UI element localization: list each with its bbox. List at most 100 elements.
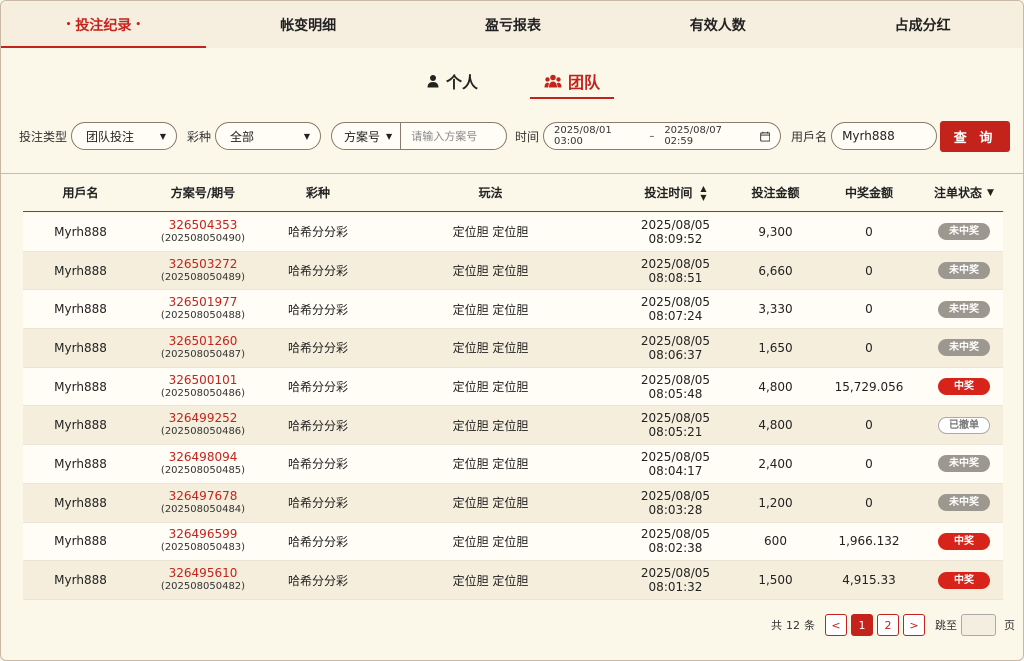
date-separator: – bbox=[649, 130, 655, 142]
tab-label: 投注纪录 bbox=[75, 17, 132, 34]
ticket-number-link[interactable]: 326497678 bbox=[169, 489, 238, 503]
status-badge: 中奖 bbox=[938, 571, 990, 589]
cell-ticket: 326503272 (202508050489) bbox=[138, 257, 268, 284]
table-row: Myrh888 326499252 (202508050486) 哈希分分彩 定位胆 定… bbox=[23, 406, 1003, 446]
tab-personal[interactable]: 个人 bbox=[412, 63, 492, 99]
date-range-picker[interactable]: 2025/08/01 03:00 – 2025/08/07 02:59 bbox=[543, 122, 782, 150]
cell-bet-time: 2025/08/05 08:03:28 bbox=[640, 488, 711, 517]
jump-page-input[interactable] bbox=[961, 614, 996, 636]
bet-type-select[interactable]: 团队投注 ▼ bbox=[71, 122, 178, 150]
ticket-number-link[interactable]: 326500101 bbox=[169, 373, 238, 387]
status-badge: 中奖 bbox=[938, 378, 990, 396]
header-bet-time[interactable]: 投注时间 ▲ ▼ bbox=[613, 184, 738, 202]
tab-active-users[interactable]: 有效人数 bbox=[615, 1, 820, 48]
table-row: Myrh888 326495610 (202508050482) 哈希分分彩 定位胆 定… bbox=[23, 561, 1003, 600]
plan-type-select[interactable]: 方案号 ▼ bbox=[332, 123, 402, 149]
cell-status: 未中奖 bbox=[925, 339, 1003, 357]
table-row: Myrh888 326497678 (202508050484) 哈希分分彩 定位胆 定… bbox=[23, 483, 1003, 523]
ticket-number-link[interactable]: 326495610 bbox=[169, 567, 238, 580]
cell-username: Myrh888 bbox=[54, 573, 107, 588]
tab-label: 盈亏报表 bbox=[484, 17, 541, 34]
tab-label: 有效人数 bbox=[689, 17, 746, 34]
page-1-button[interactable]: 1 bbox=[851, 614, 873, 636]
cell-ticket: 326497678 (202508050484) bbox=[138, 489, 268, 516]
cell-bet-time: 2025/08/05 08:07:24 bbox=[640, 295, 711, 324]
header-status[interactable]: 注单状态 ▼ bbox=[925, 184, 1003, 201]
tab-team[interactable]: 团队 bbox=[530, 63, 615, 99]
username-input[interactable] bbox=[831, 122, 938, 150]
calendar-icon bbox=[759, 131, 770, 142]
cell-status: 已撤单 bbox=[925, 416, 1003, 434]
status-badge: 未中奖 bbox=[938, 300, 990, 318]
ticket-number-link[interactable]: 326501977 bbox=[169, 296, 238, 309]
filter-bar: 投注类型 团队投注 ▼ 彩种 全部 ▼ 方案号 ▼ 时间 2025/08/01 … bbox=[19, 120, 1011, 152]
cell-status: 中奖 bbox=[925, 378, 1003, 396]
issue-number: (202508050485) bbox=[160, 464, 246, 476]
query-button[interactable]: 查 询 bbox=[940, 120, 1011, 152]
cell-bet-time: 2025/08/05 08:05:21 bbox=[640, 411, 711, 440]
cell-username: Myrh888 bbox=[54, 534, 107, 549]
cell-lottery: 哈希分分彩 bbox=[287, 302, 348, 317]
cell-lottery: 哈希分分彩 bbox=[287, 418, 348, 433]
cell-username: Myrh888 bbox=[54, 418, 107, 433]
cell-play: 定位胆 定位胆 bbox=[452, 573, 529, 588]
cell-play: 定位胆 定位胆 bbox=[452, 264, 529, 279]
header-label: 投注时间 bbox=[644, 186, 693, 200]
cell-play: 定位胆 定位胆 bbox=[452, 302, 529, 317]
plan-search: 方案号 ▼ bbox=[331, 122, 508, 150]
prev-page-button[interactable]: < bbox=[825, 614, 847, 636]
cell-lottery: 哈希分分彩 bbox=[287, 225, 348, 240]
plan-number-input[interactable] bbox=[401, 123, 502, 149]
issue-number: (202508050489) bbox=[160, 271, 246, 283]
status-badge: 未中奖 bbox=[938, 223, 990, 241]
tab-account-changes[interactable]: 帐变明细 bbox=[206, 1, 411, 48]
cell-ticket: 326504353 (202508050490) bbox=[138, 218, 268, 245]
cell-bet-amount: 1,650 bbox=[758, 340, 793, 355]
cell-bet-amount: 4,800 bbox=[758, 379, 793, 394]
cell-bet-time: 2025/08/05 08:04:17 bbox=[640, 449, 711, 478]
table-row: Myrh888 326501977 (202508050488) 哈希分分彩 定位胆 定… bbox=[23, 290, 1003, 330]
dot-icon: • bbox=[135, 19, 142, 30]
cell-win-amount: 0 bbox=[865, 340, 873, 355]
page-2-button[interactable]: 2 bbox=[877, 614, 899, 636]
lottery-value: 全部 bbox=[230, 129, 255, 144]
tab-label: 帐变明细 bbox=[280, 17, 337, 34]
cell-status: 中奖 bbox=[925, 571, 1003, 589]
issue-number: (202508050484) bbox=[160, 503, 246, 515]
team-icon bbox=[544, 74, 562, 88]
tab-dividends[interactable]: 占成分红 bbox=[820, 1, 1023, 48]
caret-down-icon: ▼ bbox=[159, 131, 167, 141]
header-lottery: 彩种 bbox=[305, 186, 330, 200]
cell-win-amount: 0 bbox=[865, 224, 873, 239]
cell-bet-amount: 600 bbox=[764, 534, 787, 549]
table-row: Myrh888 326501260 (202508050487) 哈希分分彩 定位胆 定… bbox=[23, 329, 1003, 368]
cell-ticket: 326495610 (202508050482) bbox=[138, 567, 268, 593]
ticket-number-link[interactable]: 326496599 bbox=[169, 528, 238, 541]
ticket-number-link[interactable]: 326504353 bbox=[169, 218, 238, 232]
ticket-number-link[interactable]: 326498094 bbox=[169, 450, 238, 464]
cell-username: Myrh888 bbox=[54, 340, 107, 355]
ticket-number-link[interactable]: 326503272 bbox=[169, 257, 238, 271]
cell-username: Myrh888 bbox=[54, 495, 107, 510]
total-count: 12 bbox=[786, 618, 800, 632]
cell-win-amount: 0 bbox=[865, 263, 873, 278]
table-row: Myrh888 326503272 (202508050489) 哈希分分彩 定位胆 定… bbox=[23, 251, 1003, 291]
cell-win-amount: 0 bbox=[865, 495, 873, 510]
cell-username: Myrh888 bbox=[54, 263, 107, 278]
cell-win-amount: 4,915.33 bbox=[842, 573, 896, 588]
cell-lottery: 哈希分分彩 bbox=[287, 380, 348, 395]
cell-bet-time: 2025/08/05 08:06:37 bbox=[640, 333, 711, 362]
tab-bet-records[interactable]: • 投注纪录 • bbox=[1, 1, 206, 48]
header-username: 用戶名 bbox=[62, 186, 99, 200]
lottery-select[interactable]: 全部 ▼ bbox=[215, 122, 322, 150]
cell-lottery: 哈希分分彩 bbox=[287, 496, 348, 511]
top-tab-bar: • 投注纪录 • 帐变明细 盈亏报表 有效人数 占成分红 bbox=[1, 1, 1023, 48]
ticket-number-link[interactable]: 326499252 bbox=[169, 412, 238, 425]
next-page-button[interactable]: > bbox=[903, 614, 925, 636]
tab-profit-loss[interactable]: 盈亏报表 bbox=[411, 1, 616, 48]
jump-label: 跳至 bbox=[935, 619, 957, 632]
ticket-number-link[interactable]: 326501260 bbox=[169, 334, 238, 348]
table-row: Myrh888 326500101 (202508050486) 哈希分分彩 定位胆 定… bbox=[23, 367, 1003, 407]
date-start: 2025/08/01 03:00 bbox=[554, 125, 612, 147]
cell-bet-amount: 3,330 bbox=[758, 302, 793, 317]
